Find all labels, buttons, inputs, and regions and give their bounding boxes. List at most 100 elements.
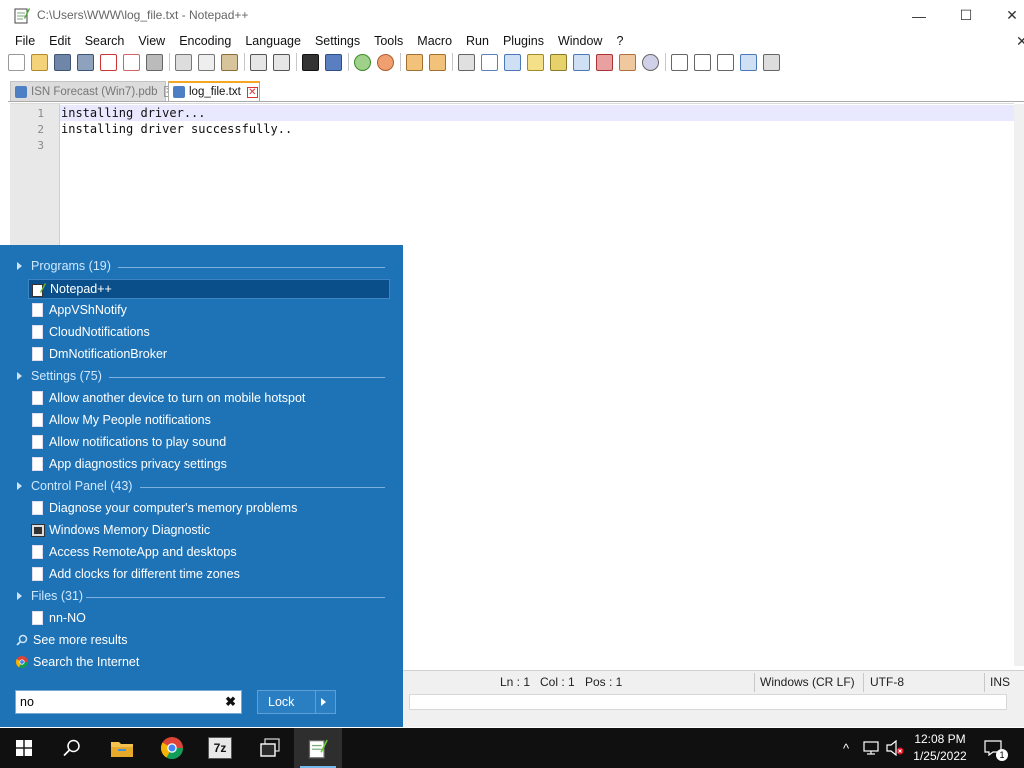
save-macro-icon[interactable] [763, 53, 780, 71]
search-internet-link[interactable]: Search the Internet [16, 653, 156, 673]
menu-settings[interactable]: Settings [308, 34, 367, 48]
status-eol[interactable]: Windows (CR LF) [760, 675, 855, 689]
result-mobile-hotspot[interactable]: Allow another device to turn on mobile h… [28, 389, 390, 409]
start-search-input[interactable] [20, 693, 210, 711]
menu-macro[interactable]: Macro [410, 34, 459, 48]
close-all-icon[interactable] [123, 53, 140, 71]
windows-logo-icon [16, 740, 32, 756]
save-icon[interactable] [54, 53, 71, 71]
taskbar-search-button[interactable] [48, 728, 96, 768]
result-add-clocks[interactable]: Add clocks for different time zones [28, 565, 390, 585]
sync-horizontal-icon[interactable] [429, 53, 446, 71]
vertical-scrollbar[interactable] [1014, 104, 1024, 666]
code-line[interactable]: installing driver... [60, 106, 206, 120]
taskbar-file-explorer[interactable] [98, 728, 146, 768]
result-notifications-sound[interactable]: Allow notifications to play sound [28, 433, 390, 453]
group-settings[interactable]: Settings (75) [0, 367, 403, 387]
find-icon[interactable] [302, 53, 319, 71]
taskbar-notepadpp[interactable] [294, 728, 342, 768]
result-appvshnotify[interactable]: AppVShNotify [28, 301, 390, 321]
menu-plugins[interactable]: Plugins [496, 34, 551, 48]
sync-vertical-icon[interactable] [406, 53, 423, 71]
lock-button[interactable]: Lock [257, 690, 336, 714]
tab-close-icon[interactable]: ✕ [246, 86, 258, 98]
menu-run[interactable]: Run [459, 34, 496, 48]
show-hidden-icons-button[interactable]: ^ [836, 728, 856, 768]
horizontal-scrollbar[interactable] [409, 694, 1007, 710]
result-my-people-notifications[interactable]: Allow My People notifications [28, 411, 390, 431]
tab-log-file[interactable]: log_file.txt ✕ [168, 81, 260, 101]
title-bar[interactable]: C:\Users\WWW\log_file.txt - Notepad++ — … [0, 0, 1024, 31]
menu-edit[interactable]: Edit [42, 34, 78, 48]
open-file-icon[interactable] [31, 53, 48, 71]
folder-as-workspace-icon[interactable] [619, 53, 636, 71]
minimize-button[interactable]: — [896, 0, 942, 31]
playback-macro-icon[interactable] [717, 53, 734, 71]
menu-search[interactable]: Search [78, 34, 132, 48]
result-dmnotificationbroker[interactable]: DmNotificationBroker [28, 345, 390, 365]
paste-icon[interactable] [221, 53, 238, 71]
taskbar-task-view[interactable] [246, 728, 294, 768]
replace-icon[interactable] [325, 53, 342, 71]
result-app-diagnostics[interactable]: App diagnostics privacy settings [28, 455, 390, 475]
close-file-icon[interactable] [100, 53, 117, 71]
power-options-arrow-icon[interactable] [321, 698, 326, 706]
zoom-in-icon[interactable] [354, 53, 371, 71]
status-encoding[interactable]: UTF-8 [870, 675, 904, 689]
record-macro-icon[interactable] [671, 53, 688, 71]
result-notepadpp[interactable]: Notepad++ [28, 279, 390, 299]
file-icon [32, 413, 43, 427]
zoom-out-icon[interactable] [377, 53, 394, 71]
result-nn-no[interactable]: nn-NO [28, 609, 390, 629]
stop-recording-icon[interactable] [694, 53, 711, 71]
status-insert-mode[interactable]: INS [990, 675, 1010, 689]
user-defined-language-icon[interactable] [527, 53, 544, 71]
notepadpp-app-icon[interactable] [14, 6, 30, 24]
word-wrap-icon[interactable] [458, 53, 475, 71]
close-window-button[interactable]: ✕ [989, 0, 1024, 31]
undo-icon[interactable] [250, 53, 267, 71]
clear-search-icon[interactable]: ✖ [225, 694, 236, 710]
monitoring-icon[interactable] [642, 53, 659, 71]
new-file-icon[interactable] [8, 53, 25, 71]
start-search-box[interactable]: ✖ [15, 690, 242, 714]
cut-icon[interactable] [175, 53, 192, 71]
document-map-icon[interactable] [550, 53, 567, 71]
clock-time[interactable]: 12:08 PM [912, 732, 968, 746]
function-list-icon[interactable] [596, 53, 613, 71]
print-icon[interactable] [146, 53, 163, 71]
document-list-icon[interactable] [573, 53, 590, 71]
group-control-panel[interactable]: Control Panel (43) [0, 477, 403, 497]
menu-help[interactable]: ? [609, 34, 630, 48]
indent-guide-icon[interactable] [504, 53, 521, 71]
menu-view[interactable]: View [131, 34, 172, 48]
start-button[interactable] [0, 728, 48, 768]
copy-icon[interactable] [198, 53, 215, 71]
redo-icon[interactable] [273, 53, 290, 71]
run-macro-multiple-icon[interactable] [740, 53, 757, 71]
close-document-button[interactable]: ✕ [1016, 33, 1024, 50]
clock-date[interactable]: 1/25/2022 [908, 749, 972, 763]
menu-file[interactable]: File [8, 34, 42, 48]
save-all-icon[interactable] [77, 53, 94, 71]
result-cloudnotifications[interactable]: CloudNotifications [28, 323, 390, 343]
action-center-button[interactable]: 1 [976, 728, 1010, 768]
result-remoteapp[interactable]: Access RemoteApp and desktops [28, 543, 390, 563]
show-all-characters-icon[interactable] [481, 53, 498, 71]
group-programs[interactable]: Programs (19) [0, 257, 403, 277]
menu-window[interactable]: Window [551, 34, 609, 48]
menu-encoding[interactable]: Encoding [172, 34, 238, 48]
group-files[interactable]: Files (31) [0, 587, 403, 607]
menu-language[interactable]: Language [238, 34, 308, 48]
result-diagnose-memory[interactable]: Diagnose your computer's memory problems [28, 499, 390, 519]
taskbar-chrome[interactable] [148, 728, 196, 768]
volume-tray-button[interactable] [884, 728, 906, 768]
see-more-results-link[interactable]: See more results [16, 631, 156, 651]
tab-isn-forecast[interactable]: ISN Forecast (Win7).pdb ✕ [10, 81, 175, 101]
taskbar-7zip[interactable]: 7z [196, 728, 244, 768]
menu-tools[interactable]: Tools [367, 34, 410, 48]
network-tray-button[interactable] [860, 728, 882, 768]
maximize-button[interactable]: ☐ [943, 0, 989, 31]
code-line[interactable]: installing driver successfully.. [60, 122, 292, 136]
result-windows-memory-diagnostic[interactable]: Windows Memory Diagnostic [28, 521, 390, 541]
